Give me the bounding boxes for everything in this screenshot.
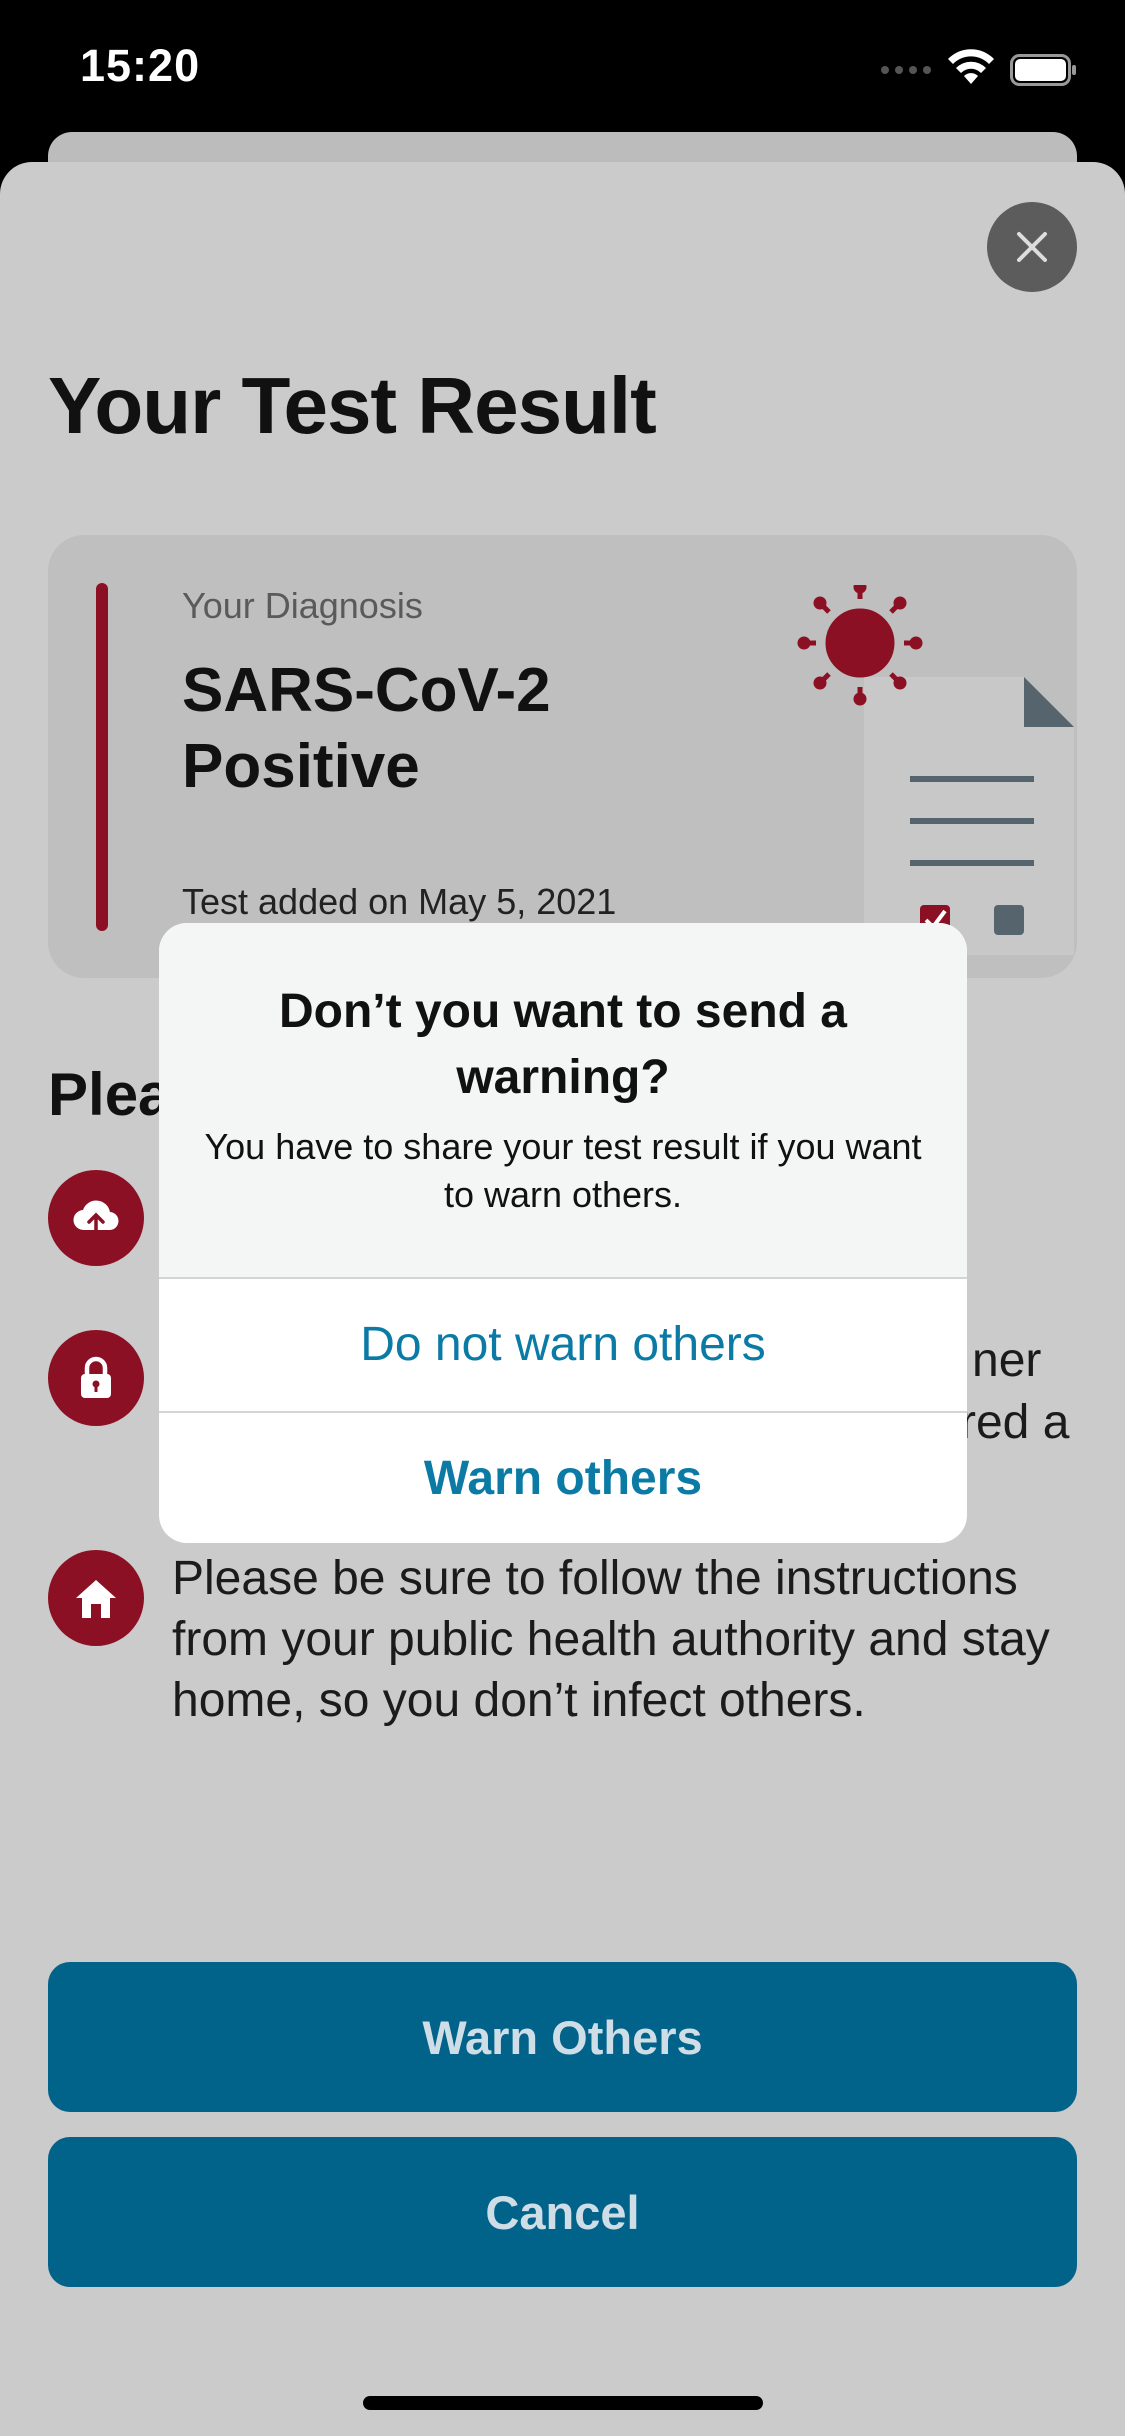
diagnosis-card: Your Diagnosis SARS-CoV-2 Positive Test … [48,535,1077,978]
do-not-warn-button[interactable]: Do not warn others [159,1279,967,1409]
section-heading: Plea [48,1061,172,1128]
page-title: Your Test Result [48,361,657,450]
instruction-text-2-fragment-1: ner [972,1334,1042,1387]
test-document-illustration [797,585,1074,955]
warning-alert-dialog: Don’t you want to send a warning? You ha… [159,923,967,1543]
alert-message: You have to share your test result if yo… [204,1126,922,1215]
status-time: 15:20 [80,40,201,91]
diagnosis-result: SARS-CoV-2 Positive [182,656,551,801]
warn-others-button[interactable]: Warn Others [48,1962,1077,2112]
alert-title: Don’t you want to send a warning? [278,985,847,1104]
warn-others-alert-button[interactable]: Warn others [159,1413,967,1543]
battery-icon [1010,54,1076,86]
close-icon [1017,232,1047,262]
diagnosis-date: Test added on May 5, 2021 [182,881,617,922]
close-button[interactable] [987,202,1077,292]
instruction-text-2-fragment-2: red a [960,1396,1070,1449]
diagnosis-accent-bar [96,583,108,931]
diagnosis-label: Your Diagnosis [182,585,423,626]
home-indicator [363,2396,763,2410]
instruction-text-3: Please be sure to follow the instruction… [172,1552,1050,1727]
wifi-icon [948,49,994,84]
lock-icon [48,1330,144,1426]
upload-cloud-icon [48,1170,144,1266]
home-icon [48,1550,144,1646]
virus-icon [797,585,923,706]
cellular-signal-icon [881,66,931,74]
status-bar: 15:20 [0,0,1125,140]
cancel-button[interactable]: Cancel [48,2137,1077,2287]
